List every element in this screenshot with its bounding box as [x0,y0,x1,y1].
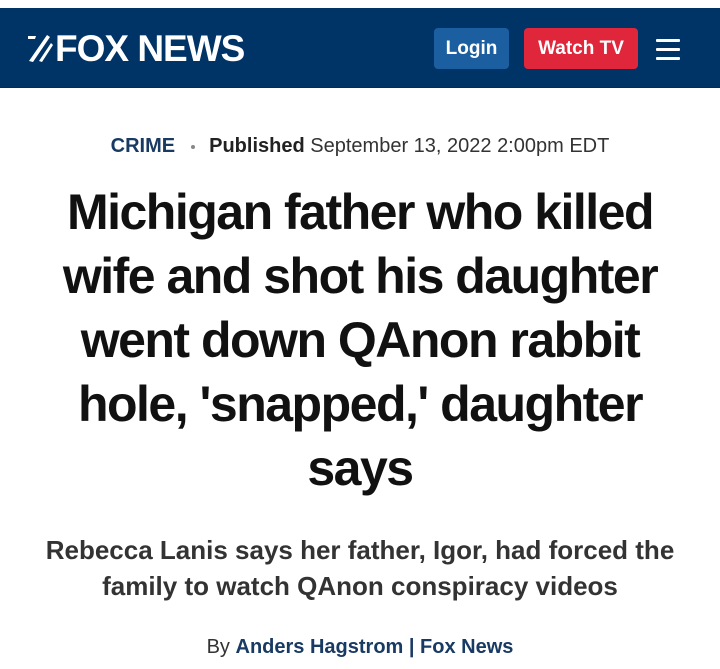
article-headline: Michigan father who killed wife and shot… [62,184,659,496]
logo-text: FOX NEWS [55,28,245,69]
article-page: FOX NEWS Login Watch TV CRIME Published S… [0,0,720,669]
category-link[interactable]: CRIME [111,135,175,157]
byline: By Anders Hagstrom | Fox News [0,636,720,659]
watch-tv-button[interactable]: Watch TV [524,28,638,69]
login-button[interactable]: Login [434,28,509,69]
hamburger-menu-icon[interactable] [656,39,680,61]
author-link[interactable]: Anders Hagstrom [236,636,404,658]
article-subheadline: Rebecca Lanis says her father, Igor, had… [45,535,675,601]
outlet-link[interactable]: Fox News [420,636,513,658]
fox-news-logo[interactable]: FOX NEWS [27,28,245,69]
meta-separator-dot [191,144,196,149]
byline-prefix: By [206,636,230,658]
byline-separator: | [408,636,415,658]
published-date: September 13, 2022 2:00pm EDT [310,135,610,157]
site-header: FOX NEWS Login Watch TV [0,8,720,88]
published-label: Published [209,135,305,157]
article-meta: CRIME Published September 13, 2022 2:00pm… [0,135,720,158]
fox-logo-mark-icon [27,31,53,65]
